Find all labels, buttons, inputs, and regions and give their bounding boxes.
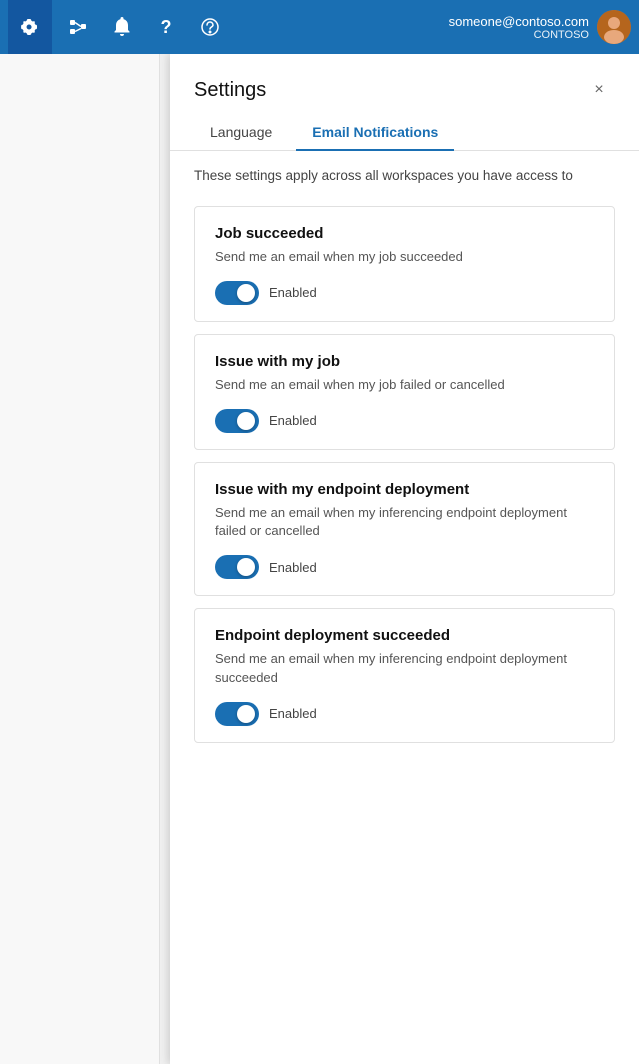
toggle-track — [215, 702, 259, 726]
toggle-thumb — [237, 412, 255, 430]
notification-icon[interactable] — [104, 9, 140, 45]
notifications-list: Job succeeded Send me an email when my j… — [194, 206, 615, 743]
notification-card-issue-with-job: Issue with my job Send me an email when … — [194, 334, 615, 450]
notif-desc-issue-with-job: Send me an email when my job failed or c… — [215, 376, 594, 395]
settings-panel: Settings × Language Email Notifications … — [170, 54, 639, 1064]
toggle-label-issue-with-job: Enabled — [269, 413, 317, 428]
notif-title-issue-with-job: Issue with my job — [215, 353, 594, 370]
notif-title-job-succeeded: Job succeeded — [215, 225, 594, 242]
toggle-thumb — [237, 705, 255, 723]
topbar-icons: ? — [60, 9, 449, 45]
toggle-job-succeeded[interactable] — [215, 281, 259, 305]
close-button[interactable]: × — [583, 74, 615, 106]
toggle-row-job-succeeded: Enabled — [215, 281, 594, 305]
panel-title: Settings — [194, 79, 266, 102]
panel-header: Settings × — [170, 54, 639, 106]
notification-card-endpoint-deployment-succeeded: Endpoint deployment succeeded Send me an… — [194, 608, 615, 743]
toggle-label-issue-endpoint-deployment: Enabled — [269, 560, 317, 575]
toggle-track — [215, 281, 259, 305]
avatar[interactable] — [597, 10, 631, 44]
notif-desc-issue-endpoint-deployment: Send me an email when my inferencing end… — [215, 504, 594, 542]
notif-desc-endpoint-deployment-succeeded: Send me an email when my inferencing end… — [215, 650, 594, 688]
topbar-user-info: someone@contoso.com CONTOSO — [449, 14, 589, 41]
toggle-thumb — [237, 284, 255, 302]
toggle-endpoint-deployment-succeeded[interactable] — [215, 702, 259, 726]
avatar-image — [597, 10, 631, 44]
toggle-track — [215, 555, 259, 579]
help-icon[interactable]: ? — [148, 9, 184, 45]
notification-card-job-succeeded: Job succeeded Send me an email when my j… — [194, 206, 615, 322]
sidebar — [0, 54, 160, 1064]
notif-title-endpoint-deployment-succeeded: Endpoint deployment succeeded — [215, 627, 594, 644]
toggle-issue-endpoint-deployment[interactable] — [215, 555, 259, 579]
tab-email-notifications[interactable]: Email Notifications — [296, 114, 454, 150]
pipeline-icon[interactable] — [60, 9, 96, 45]
toggle-track — [215, 409, 259, 433]
toggle-label-endpoint-deployment-succeeded: Enabled — [269, 706, 317, 721]
toggle-row-issue-endpoint-deployment: Enabled — [215, 555, 594, 579]
toggle-row-endpoint-deployment-succeeded: Enabled — [215, 702, 594, 726]
notification-card-issue-endpoint-deployment: Issue with my endpoint deployment Send m… — [194, 462, 615, 597]
toggle-row-issue-with-job: Enabled — [215, 409, 594, 433]
notif-title-issue-endpoint-deployment: Issue with my endpoint deployment — [215, 481, 594, 498]
feedback-icon[interactable] — [192, 9, 228, 45]
tab-language[interactable]: Language — [194, 114, 288, 150]
notif-desc-job-succeeded: Send me an email when my job succeeded — [215, 248, 594, 267]
toggle-thumb — [237, 558, 255, 576]
toggle-issue-with-job[interactable] — [215, 409, 259, 433]
topbar-user[interactable]: someone@contoso.com CONTOSO — [449, 10, 631, 44]
topbar-org: CONTOSO — [449, 29, 589, 41]
panel-body: These settings apply across all workspac… — [170, 151, 639, 1064]
toggle-label-job-succeeded: Enabled — [269, 285, 317, 300]
gear-icon — [20, 17, 40, 37]
topbar-email: someone@contoso.com — [449, 14, 589, 29]
gear-icon-container[interactable] — [8, 0, 52, 54]
tabs-container: Language Email Notifications — [170, 114, 639, 151]
settings-description: These settings apply across all workspac… — [194, 167, 615, 186]
topbar: ? someone@contoso.com CONTOSO — [0, 0, 639, 54]
